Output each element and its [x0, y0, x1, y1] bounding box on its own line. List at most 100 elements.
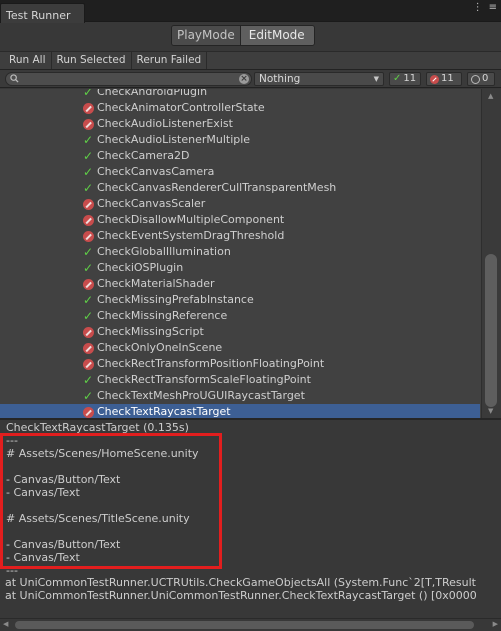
test-row[interactable]: ✓ CheckCanvasCamera [0, 164, 480, 180]
test-row[interactable]: ✓ CheckiOSPlugin [0, 260, 480, 276]
horizontal-scrollbar[interactable]: ◀ ▶ [0, 618, 501, 631]
details-line: - Canvas/Button/Text [6, 473, 121, 486]
fail-icon [83, 407, 94, 418]
skipped-count: 0 [482, 73, 489, 84]
close-icon[interactable]: ≡ [489, 2, 497, 13]
playmode-tab[interactable]: PlayMode [172, 26, 240, 45]
test-name: CheckCamera2D [97, 149, 190, 162]
fail-icon [83, 215, 94, 226]
test-name: CheckAnimatorControllerState [97, 101, 265, 114]
fail-icon [83, 279, 94, 290]
test-list-panel: ✓ CheckAndroidPlugin CheckAnimatorControll… [0, 89, 501, 418]
test-name: CheckAudioListenerMultiple [97, 133, 251, 146]
test-details-panel: CheckTextRaycastTarget (0.135s) --- # Ass… [0, 420, 501, 618]
test-name: CheckRectTransformPositionFloatingPoint [97, 357, 325, 370]
test-name: CheckMissingPrefabInstance [97, 293, 254, 306]
fail-icon [83, 119, 94, 130]
test-name: CheckCanvasScaler [97, 197, 206, 210]
test-row[interactable]: CheckAnimatorControllerState [0, 100, 480, 116]
fail-icon [83, 327, 94, 338]
run-selected-button[interactable]: Run Selected [52, 52, 132, 69]
test-row[interactable]: CheckRectTransformPositionFloatingPoint [0, 356, 480, 372]
hscrollbar-thumb[interactable] [15, 621, 474, 629]
test-name: CheckAndroidPlugin [97, 89, 208, 98]
kebab-menu-icon[interactable]: ⋮ [473, 2, 483, 13]
test-name: CheckiOSPlugin [97, 261, 184, 274]
rerun-failed-button[interactable]: Rerun Failed [132, 52, 208, 69]
check-icon: ✓ [83, 373, 94, 387]
test-row[interactable]: CheckDisallowMultipleComponent [0, 212, 480, 228]
scroll-up-icon[interactable]: ▲ [488, 92, 493, 100]
test-name: CheckMissingReference [97, 309, 228, 322]
scroll-right-icon[interactable]: ▶ [493, 620, 498, 628]
scroll-down-icon[interactable]: ▼ [488, 407, 493, 415]
test-row[interactable]: ✓ CheckCamera2D [0, 148, 480, 164]
test-name: CheckCanvasRendererCullTransparentMesh [97, 181, 337, 194]
test-row[interactable]: CheckEventSystemDragThreshold [0, 228, 480, 244]
test-row[interactable]: CheckMaterialShader [0, 276, 480, 292]
test-row[interactable]: ✓ CheckGlobalIllumination [0, 244, 480, 260]
test-row[interactable]: CheckOnlyOneInScene [0, 340, 480, 356]
details-line: # Assets/Scenes/TitleScene.unity [6, 512, 190, 525]
tab-test-runner[interactable]: Test Runner [0, 3, 85, 23]
test-name: CheckRectTransformScaleFloatingPoint [97, 373, 311, 386]
details-line: - Canvas/Button/Text [6, 538, 121, 551]
test-row[interactable]: ✓ CheckTextMeshProUGUIRaycastTarget [0, 388, 480, 404]
fail-icon [83, 359, 94, 370]
passed-filter-toggle[interactable]: ✓ 11 [389, 72, 421, 86]
test-name: CheckDisallowMultipleComponent [97, 213, 285, 226]
window-controls: ⋮ ≡ [473, 2, 497, 13]
fail-icon [83, 103, 94, 114]
scroll-left-icon[interactable]: ◀ [3, 620, 8, 628]
run-toolbar: Run All Run Selected Rerun Failed [0, 51, 501, 70]
test-name: CheckMissingScript [97, 325, 204, 338]
test-row[interactable]: ✓ CheckRectTransformScaleFloatingPoint [0, 372, 480, 388]
category-value: Nothing [259, 73, 301, 85]
window-tab-bar: Test Runner ⋮ ≡ [0, 0, 501, 23]
test-row[interactable]: CheckCanvasScaler [0, 196, 480, 212]
check-icon: ✓ [83, 389, 94, 403]
search-icon [10, 74, 19, 83]
test-row[interactable]: ✓ CheckCanvasRendererCullTransparentMesh [0, 180, 480, 196]
test-name: CheckAudioListenerExist [97, 117, 233, 130]
fail-icon [83, 231, 94, 242]
test-row[interactable]: ✓ CheckMissingReference [0, 308, 480, 324]
test-row[interactable]: CheckMissingScript [0, 324, 480, 340]
test-row[interactable]: CheckAudioListenerExist [0, 116, 480, 132]
details-line: - Canvas/Text [6, 551, 80, 564]
failed-filter-toggle[interactable]: 11 [426, 72, 462, 86]
test-row[interactable]: ✓ CheckAndroidPlugin [0, 89, 480, 100]
skip-icon [471, 74, 480, 84]
editmode-tab[interactable]: EditMode [239, 26, 314, 45]
stack-trace-line: at UniCommonTestRunner.UniCommonTestRunn… [5, 589, 477, 602]
check-icon: ✓ [83, 89, 94, 99]
check-icon: ✓ [83, 293, 94, 307]
test-row[interactable]: CheckTextRaycastTarget [0, 404, 480, 418]
skipped-filter-toggle[interactable]: 0 [467, 72, 495, 86]
run-all-button[interactable]: Run All [0, 52, 52, 69]
test-name: CheckCanvasCamera [97, 165, 215, 178]
test-name: CheckMaterialShader [97, 277, 215, 290]
details-line: - Canvas/Text [6, 486, 80, 499]
test-list: ✓ CheckAndroidPlugin CheckAnimatorControll… [0, 89, 480, 418]
test-row[interactable]: ✓ CheckMissingPrefabInstance [0, 292, 480, 308]
test-row[interactable]: ✓ CheckAudioListenerMultiple [0, 132, 480, 148]
fail-icon [83, 199, 94, 210]
check-icon: ✓ [83, 133, 94, 147]
vertical-scrollbar[interactable]: ▲ ▼ [481, 89, 501, 418]
filter-toolbar: × Nothing ▼ ✓ 11 11 0 [0, 70, 501, 88]
test-name: CheckGlobalIllumination [97, 245, 231, 258]
check-icon: ✓ [83, 165, 94, 179]
search-input[interactable]: × [5, 72, 252, 86]
stack-trace-line: at UniCommonTestRunner.UCTRUtils.CheckGa… [5, 576, 476, 589]
check-icon: ✓ [83, 181, 94, 195]
tab-title: Test Runner [6, 9, 71, 22]
scrollbar-thumb[interactable] [485, 254, 497, 407]
check-icon: ✓ [83, 245, 94, 259]
check-icon: ✓ [393, 73, 402, 84]
passed-count: 11 [403, 73, 417, 84]
clear-search-icon[interactable]: × [239, 74, 249, 84]
mode-toolbar: PlayMode EditMode [0, 23, 501, 50]
category-dropdown[interactable]: Nothing ▼ [254, 72, 384, 86]
fail-icon [83, 343, 94, 354]
